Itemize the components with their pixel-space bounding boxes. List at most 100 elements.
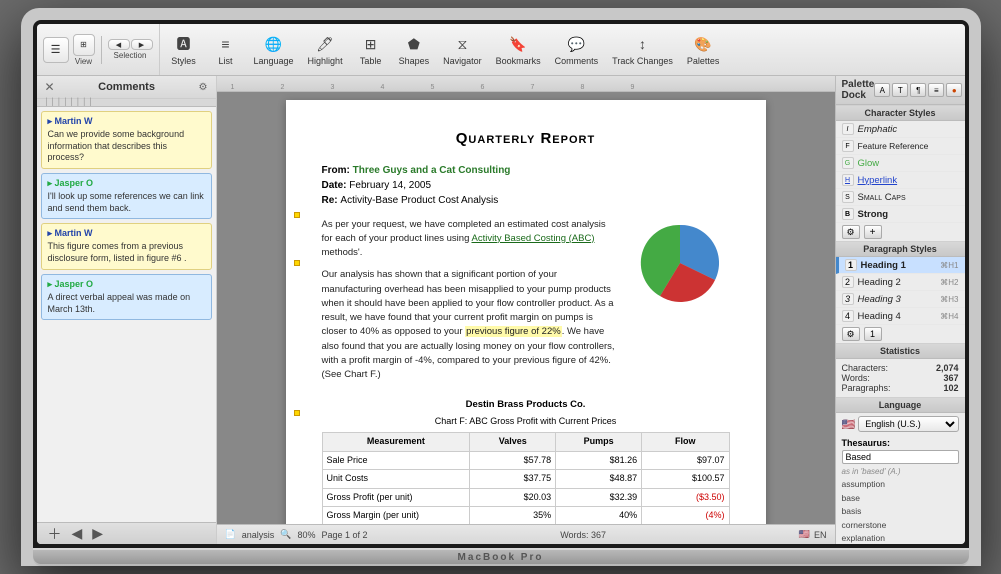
view-icon-top[interactable]: ⊞ (73, 34, 95, 56)
palette-dock: Palette Dock A T ¶ ≡ ● Character Styles … (835, 76, 965, 544)
thesaurus-result-item[interactable]: basis (842, 505, 959, 519)
thesaurus-result-item[interactable]: explanation (842, 532, 959, 544)
track-changes-button[interactable]: ↕ Track Changes (606, 31, 679, 68)
table-icon: ⊞ (359, 33, 383, 55)
chars-value: 2,074 (936, 363, 959, 373)
col-header-pumps: Pumps (556, 433, 642, 452)
shapes-button[interactable]: ⬟ Shapes (393, 31, 436, 68)
language-title: Language (836, 397, 965, 413)
heading-3-icon: 3 (842, 293, 854, 305)
palette-icon-list[interactable]: ≡ (928, 83, 944, 97)
document-para1: As per your request, we have completed a… (322, 218, 618, 261)
comments-panel: ✕ Comments ⚙ │ │ │ │ │ │ │ │ ▸ Martin W … (37, 76, 217, 544)
palette-header-icons: A T ¶ ≡ ● (874, 83, 962, 97)
thesaurus-input[interactable] (842, 450, 959, 464)
add-comment-button[interactable]: ＋ (45, 524, 65, 544)
pie-chart (630, 218, 730, 308)
palettes-button[interactable]: 🎨 Palettes (681, 31, 726, 68)
palette-icon-color[interactable]: ● (946, 83, 962, 97)
document-title: Quarterly Report (322, 128, 730, 151)
char-styles-add[interactable]: + (864, 225, 882, 239)
para-styles-num[interactable]: 1 (864, 327, 882, 341)
thesaurus-result-item[interactable]: base (842, 492, 959, 506)
style-heading-2[interactable]: 2 Heading 2 ⌘H2 (836, 274, 965, 291)
styles-button[interactable]: 🅰 Styles (164, 31, 204, 68)
arrow-right-icon[interactable]: ▶ (131, 39, 153, 50)
thesaurus-section: Thesaurus: as in 'based' (A.) assumption… (836, 435, 965, 544)
comments-button[interactable]: 💬 Comments (549, 31, 605, 68)
table-subtitle: Chart F: ABC Gross Profit with Current P… (322, 415, 730, 429)
words-label: Words: (842, 373, 870, 383)
document-scroll[interactable]: Quarterly Report From: Three Guys and a … (217, 92, 835, 524)
style-heading-4[interactable]: 4 Heading 4 ⌘H4 (836, 308, 965, 325)
heading-4-shortcut: ⌘H4 (940, 312, 958, 321)
comment-item[interactable]: ▸ Martin W This figure comes from a prev… (41, 223, 212, 269)
laptop-base: MacBook Pro (33, 548, 969, 566)
style-glow[interactable]: G Glow (836, 155, 965, 172)
palette-icon-a[interactable]: A (874, 83, 890, 97)
file-icon: 📄 (225, 529, 236, 540)
comment-item[interactable]: ▸ Jasper O A direct verbal appeal was ma… (41, 274, 212, 320)
comments-panel-header: ✕ Comments ⚙ (37, 76, 216, 99)
style-heading-3[interactable]: 3 Heading 3 ⌘H3 (836, 291, 965, 308)
comment-item[interactable]: ▸ Jasper O I'll look up some references … (41, 173, 212, 219)
stat-words-row: Words: 367 (842, 373, 959, 383)
stat-paras-row: Paragraphs: 102 (842, 383, 959, 393)
col-header-valves: Valves (470, 433, 556, 452)
style-feature-reference[interactable]: F Feature Reference (836, 138, 965, 155)
table-row: Gross Margin (per unit) 35% 40% (4%) (322, 507, 729, 525)
screen-inner: ☰ ⊞ View ◀ ▶ Selection (37, 24, 965, 544)
language-icon: 🌐 (262, 33, 286, 55)
char-styles-gear-row: ⚙ + (836, 223, 965, 241)
style-strong[interactable]: B Strong (836, 206, 965, 223)
laptop-brand-label: MacBook Pro (33, 550, 969, 564)
view-label: View (75, 57, 92, 66)
styles-icon: 🅰 (172, 33, 196, 55)
style-emphatic[interactable]: I Emphatic (836, 121, 965, 138)
language-select[interactable]: English (U.S.) (858, 416, 958, 432)
feature-reference-icon: F (842, 140, 854, 152)
table-row: Gross Profit (per unit) $20.03 $32.39 ($… (322, 488, 729, 507)
zoom-icon: 🔍 (280, 529, 291, 540)
language-button[interactable]: 🌐 Language (248, 31, 300, 68)
style-hyperlink[interactable]: H Hyperlink (836, 172, 965, 189)
comments-ruler: │ │ │ │ │ │ │ │ (37, 99, 216, 107)
highlight-icon: 🖊 (313, 33, 337, 55)
thesaurus-result-item[interactable]: assumption (842, 478, 959, 492)
language-section: 🇺🇸 English (U.S.) (836, 413, 965, 435)
comment-text: This figure comes from a previous disclo… (48, 241, 205, 264)
style-heading-1[interactable]: 1 Heading 1 ⌘H1 (836, 257, 965, 274)
comments-close-button[interactable]: ✕ (45, 80, 55, 94)
small-caps-label: Small Caps (858, 192, 906, 203)
hamburger-icon[interactable]: ☰ (43, 37, 69, 63)
chart-text: As per your request, we have completed a… (322, 218, 618, 391)
character-styles-list: I Emphatic F Feature Reference G Glow (836, 121, 965, 223)
palette-icon-t[interactable]: T (892, 83, 908, 97)
bookmarks-icon: 🔖 (506, 33, 530, 55)
table-button[interactable]: ⊞ Table (351, 31, 391, 68)
comment-text: Can we provide some background informati… (48, 129, 205, 164)
char-styles-gear[interactable]: ⚙ (842, 225, 860, 239)
bookmarks-button[interactable]: 🔖 Bookmarks (490, 31, 547, 68)
page-info: Page 1 of 2 (321, 530, 367, 540)
glow-icon: G (842, 157, 854, 169)
toolbar-main: 🅰 Styles ≡ List 🌐 Language 🖊 Highlight (160, 24, 965, 75)
comment-author: ▸ Martin W (48, 228, 205, 239)
prev-comment-button[interactable]: ◀ (69, 525, 86, 542)
list-button[interactable]: ≡ List (206, 31, 246, 68)
highlight-button[interactable]: 🖊 Highlight (302, 31, 349, 68)
hyperlink-label: Hyperlink (858, 175, 898, 186)
comments-settings-icon[interactable]: ⚙ (199, 82, 208, 93)
palette-icon-para[interactable]: ¶ (910, 83, 926, 97)
next-comment-button[interactable]: ▶ (89, 525, 106, 542)
zoom-level: 80% (297, 530, 315, 540)
para-styles-gear[interactable]: ⚙ (842, 327, 860, 341)
thesaurus-result-item[interactable]: cornerstone (842, 519, 959, 533)
flag-icon: 🇺🇸 (799, 529, 810, 540)
heading-2-icon: 2 (842, 276, 854, 288)
comment-item[interactable]: ▸ Martin W Can we provide some backgroun… (41, 111, 212, 169)
arrow-left-icon[interactable]: ◀ (108, 39, 130, 50)
style-small-caps[interactable]: S Small Caps (836, 189, 965, 206)
heading-2-label: Heading 2 (858, 277, 901, 288)
navigator-button[interactable]: ⧖ Navigator (437, 31, 488, 68)
